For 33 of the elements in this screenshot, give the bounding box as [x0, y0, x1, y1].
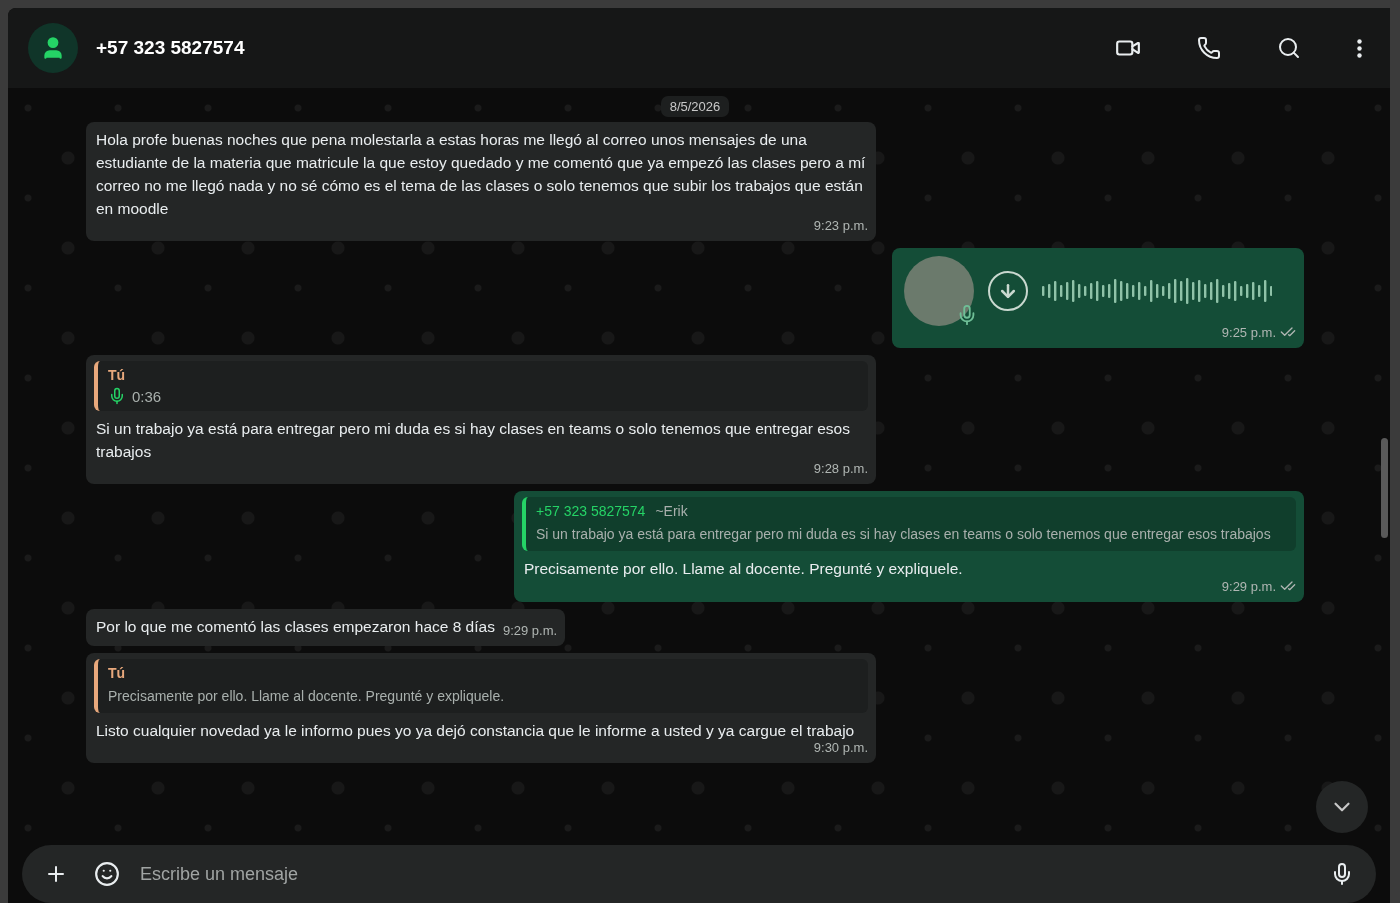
quote-author-name: ~Erik	[655, 503, 688, 519]
quote-text: Si un trabajo ya está para entregar pero mi duda es si hay clases en teams o solo tenemos que entregar esos trabajos	[536, 525, 1272, 544]
message-time: 9:28 p.m.	[813, 461, 868, 476]
menu-icon	[1357, 38, 1362, 58]
message-text: Listo cualquier novedad ya le informo pues yo ya dejó constancia que le informe a usted y ya cargue el trabajo	[95, 721, 856, 741]
message-time: 9:23 p.m.	[813, 218, 868, 233]
download-button[interactable]	[988, 271, 1028, 311]
microphone-icon	[108, 387, 126, 405]
quote-author: Tú	[108, 367, 126, 383]
message-time: 9:29 p.m.	[502, 623, 558, 638]
message-text: Hola profe buenas noches que pena molestarla a estas horas me llegó al correo unos mensajes de una estudiante de la materia que matricule la que estoy quedado y me comentó que ya empezó las clases pero a mí correo no me llegó nada y no sé cómo es el tema de las clases o solo tenemos que subir los trabajos que están en moodle	[95, 130, 867, 219]
message-text: Si un trabajo ya está para entregar pero mi duda es si hay clases en teams o solo tenemos que entregar esos trabajos	[95, 419, 851, 462]
avatar-icon[interactable]	[28, 23, 78, 73]
scrollbar-thumb[interactable]	[1381, 438, 1388, 538]
smiley-icon	[94, 861, 120, 887]
message-time: 9:29 p.m.	[1221, 578, 1276, 594]
phone-icon	[1197, 36, 1221, 60]
message-text: Precisamente por ello. Llame al docente. Pregunté y expliquele.	[523, 559, 964, 579]
search-icon	[1277, 36, 1301, 60]
quote-author: Tú	[108, 665, 126, 681]
message-time: 9:25 p.m.	[1221, 324, 1276, 340]
download-icon	[998, 281, 1018, 301]
message-text: Por lo que me comentó las clases empezaron hace 8 días	[95, 617, 496, 637]
contact-name[interactable]: +57 323 5827574	[96, 37, 1067, 59]
quoted-message[interactable]: +57 323 5827574 ~Erik Si un trabajo ya está para entregar pero mi duda es si hay clases en teams o solo tenemos que entregar esos trabajos	[522, 497, 1296, 551]
message-time: 9:30 p.m.	[813, 740, 868, 755]
quote-author: +57 323 5827574	[536, 503, 646, 519]
quoted-message[interactable]: Tú Precisamente por ello. Llame al docente. Pregunté y expliquele.	[94, 659, 868, 713]
quoted-message[interactable]: Tú 0:36	[94, 361, 868, 411]
voice-duration: 0:36	[132, 387, 162, 405]
quote-text: Precisamente por ello. Llame al docente. Pregunté y expliquele.	[108, 687, 506, 706]
message-input-field[interactable]: Escribe un mensaje	[22, 845, 1376, 903]
date-label: 8/5/2026	[660, 96, 730, 117]
